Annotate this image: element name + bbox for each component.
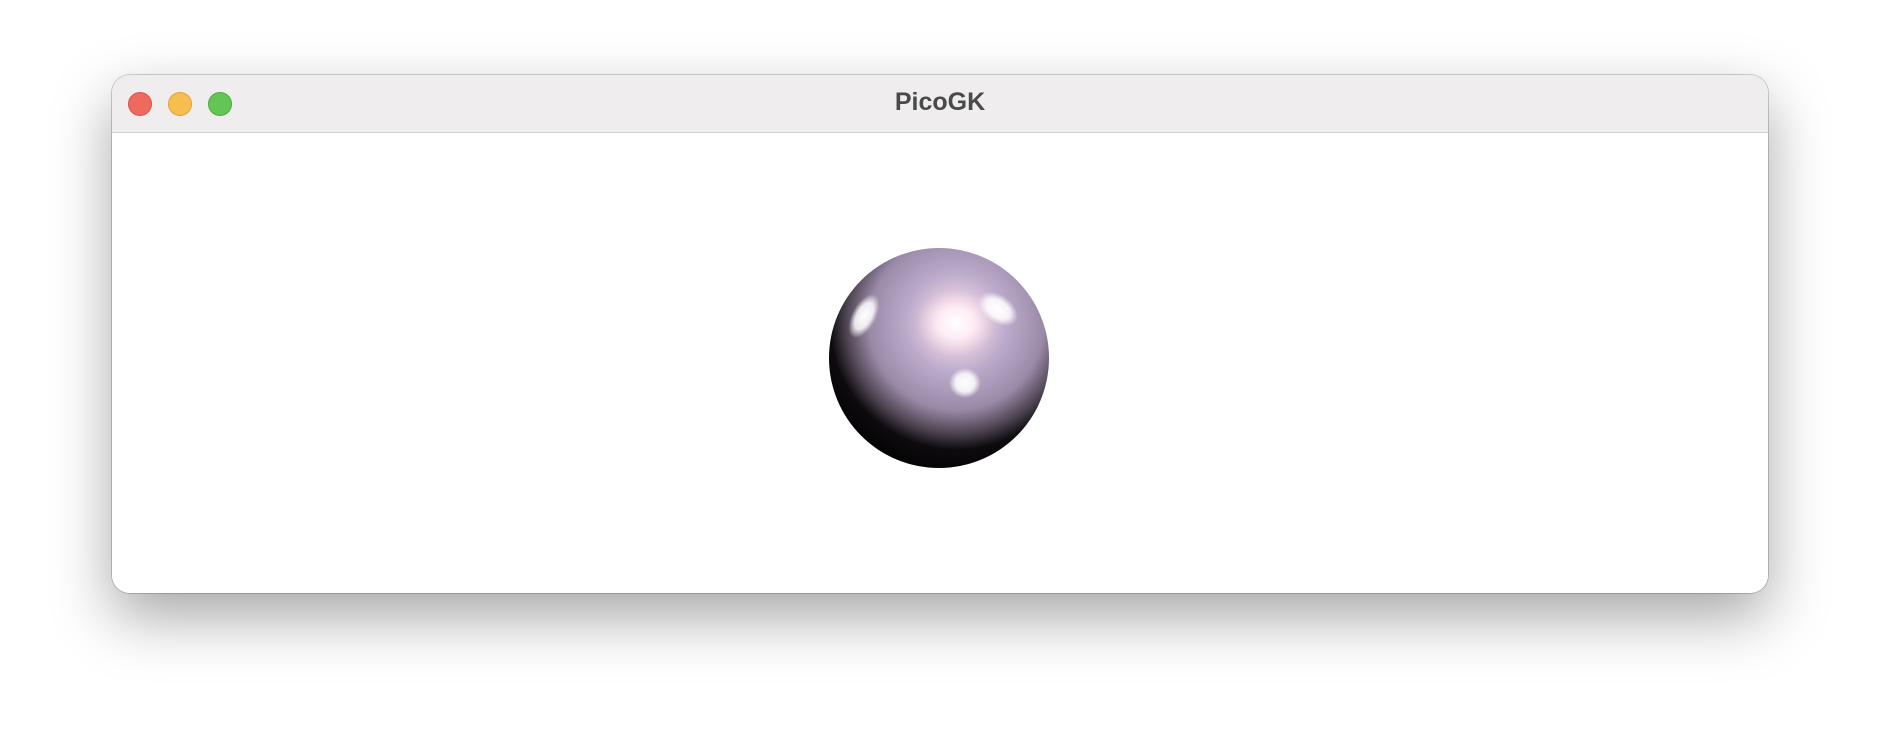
title-bar[interactable]: PicoGK xyxy=(112,75,1768,133)
window-title: PicoGK xyxy=(894,88,986,116)
app-window: PicoGK xyxy=(112,75,1768,593)
sphere-body xyxy=(829,248,1049,468)
sphere-object[interactable] xyxy=(829,248,1049,468)
3d-viewport[interactable] xyxy=(112,133,1768,593)
sphere-highlight-lower xyxy=(949,368,981,398)
viewer-content[interactable] xyxy=(112,133,1768,593)
